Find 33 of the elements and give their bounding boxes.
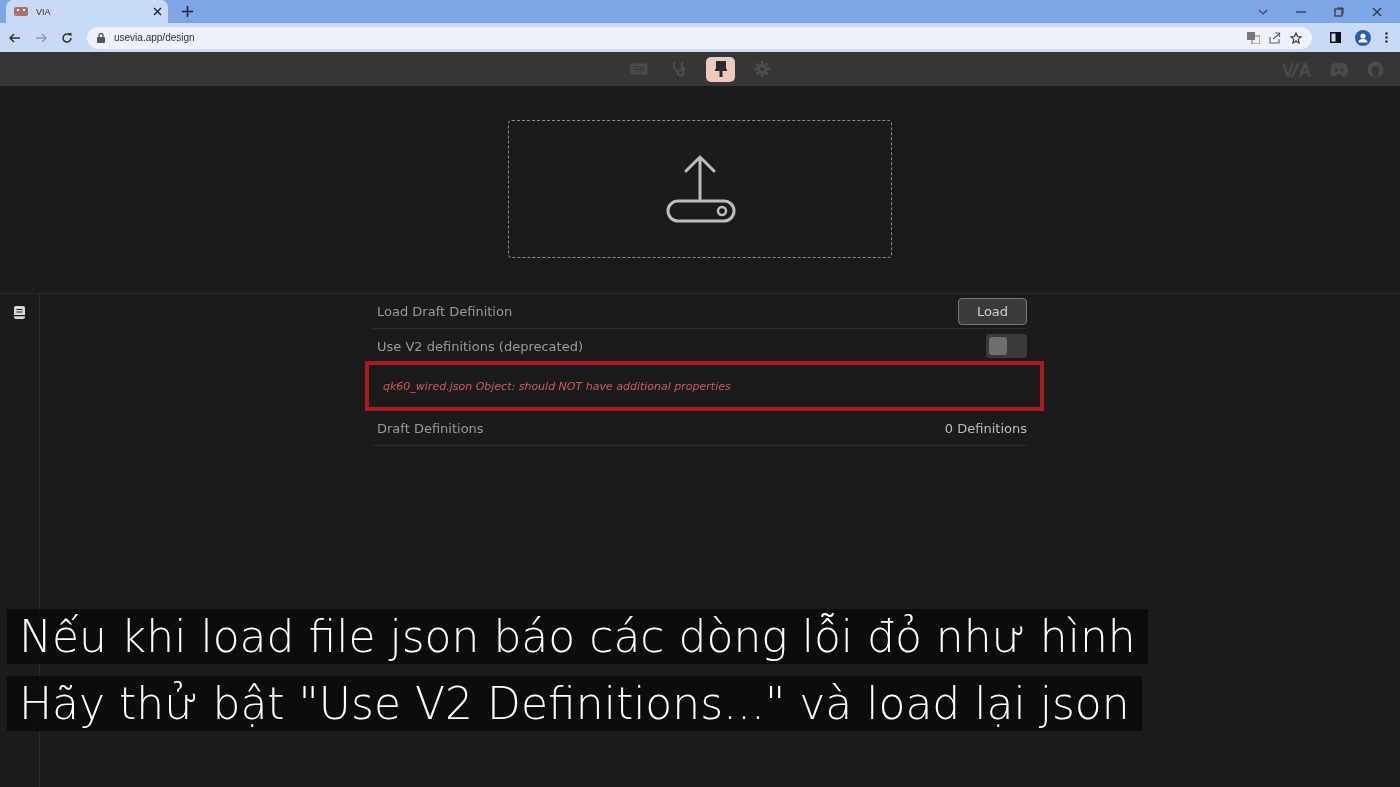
back-arrow-icon[interactable] xyxy=(9,31,21,44)
side-panel-icon[interactable] xyxy=(1330,32,1341,43)
load-button[interactable]: Load xyxy=(958,297,1027,325)
share-icon[interactable] xyxy=(1269,31,1281,44)
new-tab-icon[interactable] xyxy=(182,6,193,17)
nav-tab[interactable] xyxy=(706,56,735,82)
upload-icon xyxy=(664,152,736,225)
tab-title: VIA xyxy=(36,6,52,17)
document-icon[interactable] xyxy=(14,306,25,319)
close-icon[interactable] xyxy=(1372,6,1382,17)
setting-label: Draft Definitions xyxy=(377,420,484,436)
more-icon[interactable] xyxy=(1385,32,1388,43)
chevron-down-icon[interactable] xyxy=(1258,8,1268,15)
setting-label: Use V2 definitions (deprecated) xyxy=(377,338,583,354)
definition-count: 0 Definitions xyxy=(944,420,1027,436)
setting-label: Load Draft Definition xyxy=(377,303,513,319)
minimize-icon[interactable] xyxy=(1296,10,1306,13)
star-icon[interactable] xyxy=(1290,31,1302,44)
subtitle-caption: Hãy thử bật "Use V2 Definitions..." và load lại json xyxy=(7,676,1142,731)
subtitle-caption: Nếu khi load file json báo các dòng lỗi đỏ như hình xyxy=(7,609,1148,664)
restore-icon[interactable] xyxy=(1334,6,1344,17)
reload-icon[interactable] xyxy=(61,31,73,44)
keyboard-favicon-icon xyxy=(14,6,28,17)
address-bar[interactable]: usevia.app/design xyxy=(87,26,1312,49)
avatar-icon[interactable] xyxy=(1355,29,1371,46)
file-drop-zone[interactable] xyxy=(508,119,892,258)
browser-tab[interactable]: VIA xyxy=(6,0,168,23)
brush-icon xyxy=(714,61,727,77)
error-message: qk60_wired.json Object: should NOT have additional properties xyxy=(383,379,731,393)
translate-icon[interactable] xyxy=(1247,31,1260,44)
toggle-switch[interactable] xyxy=(986,334,1027,358)
close-icon[interactable] xyxy=(153,7,162,16)
lock-icon xyxy=(97,32,105,43)
